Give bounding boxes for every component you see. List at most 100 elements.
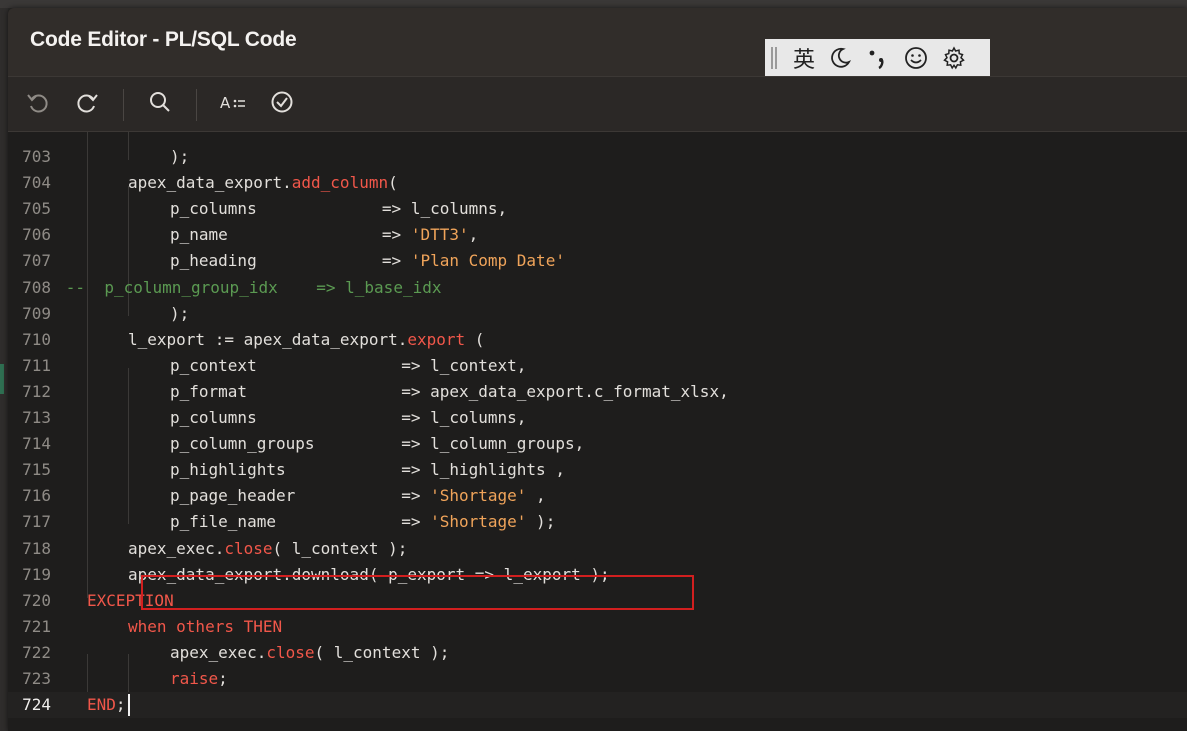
code-token: ); [170,303,190,323]
code-line[interactable]: 724 END; [8,692,1187,719]
ime-toolbar: 英 [765,39,990,76]
editor-toolbar: A [8,77,1187,132]
code-token: p_columns => l_columns, [170,408,527,427]
code-token: , [468,225,479,245]
line-number: 716 [22,486,51,506]
code-token: apex_exec. [128,538,225,558]
code-token: raise [170,669,219,688]
dialog-titlebar[interactable]: Code Editor - PL/SQL Code [8,8,1187,77]
gear-icon[interactable] [941,45,967,71]
line-code: p_columns => l_columns, [170,196,507,222]
autocomplete-button[interactable]: A [217,89,249,119]
code-token: -- p_column_group_idx => l_base_idx [8,277,442,297]
code-token: when others THEN [128,616,283,636]
line-number: 709 [22,303,51,323]
code-token: l_export := apex_data_export. [128,329,408,349]
code-token: close [224,538,273,558]
line-number: 704 [22,173,51,193]
code-token: ( l_context ); [272,538,408,558]
code-line[interactable]: 713 p_columns => l_columns, [8,405,1187,431]
code-token: p_file_name => [170,512,431,532]
line-number: 715 [22,460,51,480]
code-token: 'Shortage' [430,486,527,506]
code-line[interactable]: 721 when others THEN [8,614,1187,640]
code-token: 'Shortage' [430,512,527,532]
code-line[interactable]: 710 l_export := apex_data_export.export ( [8,327,1187,353]
line-code: END; [87,692,126,718]
code-line[interactable]: 706 p_name => 'DTT3', [8,222,1187,248]
line-number: 719 [22,564,51,584]
line-code: when others THEN [128,614,282,640]
code-line[interactable]: 707 p_heading => 'Plan Comp Date' [8,248,1187,274]
line-number: 717 [22,512,51,532]
redo-icon [75,90,99,119]
search-icon [148,90,172,119]
text-cursor [128,694,130,717]
code-line[interactable]: 711 p_context => l_context, [8,353,1187,379]
line-number: 703 [22,147,51,166]
line-code: l_export := apex_data_export.export ( [128,327,484,353]
background-window-left [0,8,8,731]
background-accent [0,364,4,394]
code-line[interactable]: 705 p_columns => l_columns, [8,196,1187,222]
code-token: ); [170,147,190,166]
code-line[interactable]: 708 -- p_column_group_idx => l_base_idx [8,275,1187,301]
line-code: p_heading => 'Plan Comp Date' [170,248,565,274]
line-number: 705 [22,199,51,219]
code-token: ( [465,329,485,349]
code-line[interactable]: 722 apex_exec.close( l_context ); [8,640,1187,666]
code-token: ( [388,173,398,193]
undo-button[interactable] [22,89,54,119]
check-circle-icon [270,90,294,119]
code-line[interactable]: 709); [8,301,1187,327]
emoji-icon[interactable] [903,45,929,71]
code-token: apex_data_export. [128,173,292,193]
code-token: END [87,695,116,715]
code-token: 'DTT3' [410,225,469,245]
punctuation-icon[interactable] [865,45,891,71]
code-line[interactable]: 716 p_page_header => 'Shortage' , [8,483,1187,509]
code-line[interactable]: 717 p_file_name => 'Shortage' ); [8,509,1187,535]
code-line[interactable]: 703); [8,144,1187,170]
line-number: 718 [22,538,51,558]
code-editor-area[interactable]: 703); 704 apex_data_export.add_column(705 p… [8,132,1187,731]
code-token: ; [115,695,126,715]
annotation-highlight-box [141,575,694,610]
ime-language-toggle[interactable]: 英 [793,42,815,74]
line-number: 706 [22,225,51,245]
code-token: p_name => [170,225,411,245]
code-token: close [266,642,315,662]
moon-icon[interactable] [827,45,853,71]
code-token: p_heading => [170,251,411,271]
code-editor-dialog: Code Editor - PL/SQL Code A 703); 704 a… [8,8,1187,731]
search-button[interactable] [144,89,176,119]
line-code: -- p_column_group_idx => l_base_idx [8,275,442,301]
line-number: 724 [22,695,51,715]
code-token: p_page_header => [170,486,431,506]
code-line[interactable]: 718 apex_exec.close( l_context ); [8,536,1187,562]
line-code: apex_exec.close( l_context ); [170,640,449,666]
code-token: export [407,329,466,349]
code-token: p_highlights => l_highlights , [170,460,565,480]
code-line[interactable]: 712 p_format => apex_data_export.c_format… [8,379,1187,405]
line-number: 722 [22,642,51,662]
line-code: p_page_header => 'Shortage' , [170,483,546,509]
code-line[interactable]: 714 p_column_groups => l_column_groups, [8,431,1187,457]
autocomplete-icon: A [219,90,247,119]
code-line[interactable]: 715 p_highlights => l_highlights , [8,457,1187,483]
line-number: 720 [22,590,51,610]
code-token: p_column_groups => l_column_groups, [170,434,585,454]
line-code: p_columns => l_columns, [170,405,526,431]
line-number: 712 [22,381,51,401]
code-token: p_format => apex_data_export.c_format_xl… [170,381,729,401]
code-line[interactable]: 723 raise; [8,666,1187,692]
code-token: 'Plan Comp Date' [410,251,565,271]
line-code: raise; [170,666,228,692]
ime-grip-handle[interactable] [771,46,777,69]
line-number: 711 [22,355,51,375]
validate-button[interactable] [266,89,298,119]
line-code: ); [170,144,189,170]
redo-button[interactable] [71,89,103,119]
code-token: p_context => l_context, [170,355,527,375]
code-line[interactable]: 704 apex_data_export.add_column( [8,170,1187,196]
